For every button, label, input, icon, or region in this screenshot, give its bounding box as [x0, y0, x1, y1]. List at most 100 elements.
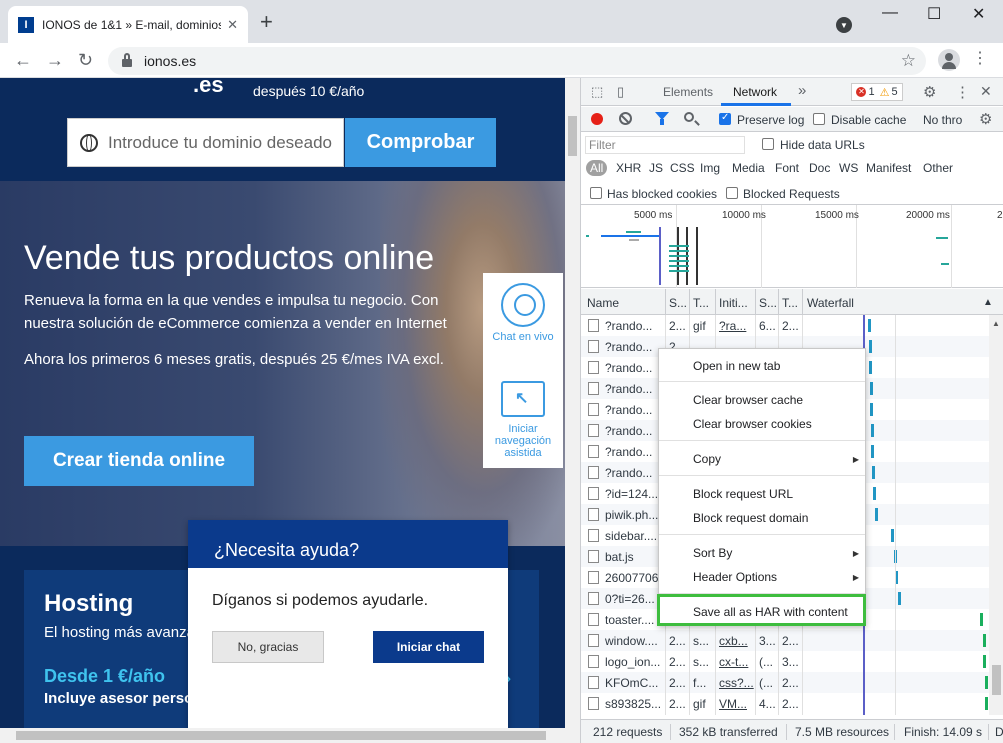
column-size[interactable]: S... — [759, 296, 777, 310]
tab-search-icon[interactable]: ▼ — [836, 17, 852, 33]
type-manifest-button[interactable]: Manifest — [866, 161, 911, 175]
table-row[interactable]: s893825... 2... gif VM... 4... 2... — [581, 693, 989, 714]
page-hscroll-thumb[interactable] — [16, 731, 546, 740]
type-media-button[interactable]: Media — [732, 161, 765, 175]
minimize-button[interactable]: — — [882, 4, 898, 22]
new-tab-button[interactable]: + — [260, 11, 273, 33]
waterfall-bar — [985, 697, 988, 710]
column-time[interactable]: T... — [782, 296, 798, 310]
disable-cache-checkbox[interactable] — [813, 113, 825, 125]
page-horizontal-scrollbar[interactable] — [0, 728, 565, 743]
type-doc-button[interactable]: Doc — [809, 161, 830, 175]
menu-clear-browser-cookies[interactable]: Clear browser cookies — [693, 417, 812, 431]
blocked-cookies-checkbox[interactable] — [590, 187, 602, 199]
browser-toolbar: ← → ↻ ionos.es ☆ ⋮ — [0, 43, 1003, 78]
preserve-log-checkbox[interactable] — [719, 112, 731, 125]
type-xhr-button[interactable]: XHR — [616, 161, 641, 175]
domain-search-input[interactable]: Introduce tu dominio deseado — [67, 118, 344, 167]
back-icon[interactable]: ← — [14, 50, 32, 71]
reload-icon[interactable]: ↻ — [78, 50, 93, 71]
column-initiator[interactable]: Initi... — [719, 296, 748, 310]
clear-log-icon[interactable] — [619, 112, 632, 125]
menu-open-in-new-tab[interactable]: Open in new tab — [693, 359, 780, 373]
type-img-button[interactable]: Img — [700, 161, 720, 175]
cell-init[interactable]: css?... — [719, 676, 755, 690]
menu-block-request-domain[interactable]: Block request domain — [693, 511, 808, 525]
hero-subtitle: Renueva la forma en la que vendes e impu… — [24, 289, 447, 335]
page-scroll-thumb[interactable] — [568, 116, 577, 156]
table-row[interactable]: ?rando... 2... gif ?ra... 6... 2... — [581, 315, 989, 336]
waterfall-bar — [891, 529, 894, 542]
live-chat-icon[interactable] — [501, 283, 545, 327]
cell-name: bat.js — [605, 550, 634, 564]
type-js-button[interactable]: JS — [649, 161, 663, 175]
browser-menu-icon[interactable]: ⋮ — [972, 51, 988, 67]
throttling-select[interactable]: No thro — [923, 113, 962, 127]
column-waterfall[interactable]: Waterfall — [807, 296, 854, 310]
assisted-navigation-icon[interactable] — [501, 381, 545, 417]
bookmark-star-icon[interactable]: ☆ — [901, 51, 916, 71]
cell-init[interactable]: ?ra... — [719, 319, 755, 333]
table-row[interactable]: logo_ion... 2... s... cx-t... (... 3... — [581, 651, 989, 672]
inspect-element-icon[interactable]: ⬚ — [591, 84, 603, 100]
check-domain-button[interactable]: Comprobar — [345, 118, 496, 167]
hero-subtitle-line1: Renueva la forma en la que vendes e impu… — [24, 292, 439, 309]
maximize-button[interactable]: ☐ — [927, 4, 941, 24]
profile-avatar-icon[interactable] — [938, 49, 960, 71]
network-settings-icon[interactable]: ⚙ — [979, 110, 992, 128]
page-vertical-scrollbar[interactable] — [565, 78, 580, 743]
cell-t: s... — [693, 655, 710, 669]
scroll-up-icon[interactable]: ▲ — [992, 319, 1000, 328]
menu-clear-browser-cache[interactable]: Clear browser cache — [693, 393, 803, 407]
type-other-button[interactable]: Other — [923, 161, 953, 175]
no-thanks-button[interactable]: No, gracias — [212, 631, 324, 663]
menu-sort-by[interactable]: Sort By — [693, 546, 732, 560]
settings-gear-icon[interactable]: ⚙ — [923, 83, 936, 101]
hide-data-urls-checkbox[interactable] — [762, 138, 774, 150]
cell-init[interactable]: VM... — [719, 697, 755, 711]
menu-block-request-url[interactable]: Block request URL — [693, 487, 793, 501]
domain-suffix: .es — [193, 78, 224, 97]
start-chat-button[interactable]: Iniciar chat — [373, 631, 484, 663]
cell-init[interactable]: cxb... — [719, 634, 755, 648]
close-devtools-icon[interactable]: ✕ — [980, 83, 992, 100]
close-window-button[interactable]: ✕ — [972, 4, 985, 24]
tab-network[interactable]: Network — [733, 85, 777, 99]
disable-cache-label: Disable cache — [831, 113, 907, 127]
create-shop-button[interactable]: Crear tienda online — [24, 436, 254, 486]
filter-input[interactable]: Filter — [585, 136, 745, 154]
cell-init[interactable]: cx-t... — [719, 655, 755, 669]
request-table-scroll-thumb[interactable] — [992, 665, 1001, 695]
table-row[interactable]: window.... 2... s... cxb... 3... 2... — [581, 630, 989, 651]
devtools-menu-icon[interactable]: ⋮ — [955, 83, 970, 101]
browser-tab[interactable]: I IONOS de 1&1 » E-mail, dominios, hosti… — [8, 6, 248, 43]
issues-badge[interactable]: ✕ 1 ⚠ 5 — [851, 83, 903, 101]
column-type[interactable]: T... — [693, 296, 709, 310]
search-icon[interactable] — [684, 112, 694, 122]
live-chat-label[interactable]: Chat en vivo — [483, 331, 563, 343]
table-row[interactable]: KFOmC... 2... f... css?... (... 2... — [581, 672, 989, 693]
blocked-requests-checkbox[interactable] — [726, 187, 738, 199]
type-ws-button[interactable]: WS — [839, 161, 858, 175]
filter-icon[interactable] — [655, 112, 669, 125]
tab-close-icon[interactable]: ✕ — [227, 17, 238, 33]
assisted-navigation-label[interactable]: Iniciar navegación asistida — [483, 423, 563, 459]
timeline-overview[interactable]: 5000 ms 10000 ms 15000 ms 20000 ms 2 — [581, 205, 1003, 288]
file-icon — [588, 445, 599, 458]
sort-ascending-icon[interactable]: ▲ — [983, 297, 993, 308]
column-status[interactable]: S... — [669, 296, 687, 310]
type-all-button[interactable]: All — [586, 160, 608, 176]
column-name[interactable]: Name — [587, 296, 619, 310]
forward-icon[interactable]: → — [46, 50, 64, 71]
type-font-button[interactable]: Font — [775, 161, 799, 175]
record-icon[interactable] — [591, 113, 603, 125]
tab-elements[interactable]: Elements — [663, 85, 713, 99]
menu-header-options[interactable]: Header Options — [693, 570, 777, 584]
device-toolbar-icon[interactable]: ▯ — [617, 84, 624, 100]
request-table-scrollbar[interactable]: ▲ — [989, 315, 1003, 715]
cell-time: 3... — [782, 655, 799, 669]
address-bar[interactable]: ionos.es ☆ — [108, 47, 926, 75]
type-css-button[interactable]: CSS — [670, 161, 695, 175]
more-tabs-button[interactable]: » — [798, 82, 806, 99]
menu-copy[interactable]: Copy — [693, 452, 721, 466]
